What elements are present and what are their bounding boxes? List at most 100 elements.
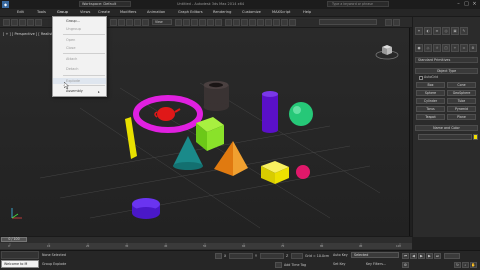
current-frame-field[interactable]	[444, 253, 460, 259]
menu-group[interactable]: Group	[57, 10, 68, 14]
listener-input[interactable]: Welcome to M	[1, 260, 39, 268]
select-icon[interactable]	[110, 19, 117, 26]
pan-icon[interactable]: ✋	[470, 262, 477, 268]
name-and-color-rollout[interactable]: Name and Color	[415, 125, 478, 131]
link-icon[interactable]	[19, 19, 26, 26]
lights-icon[interactable]: ☼	[433, 44, 441, 52]
play-icon[interactable]: ▶	[418, 253, 425, 259]
create-tab-icon[interactable]: ✦	[415, 27, 423, 35]
sphere-green-object[interactable]	[289, 102, 313, 126]
named-selection-input[interactable]	[319, 19, 377, 25]
object-name-input[interactable]	[418, 134, 472, 140]
angle-snap-icon[interactable]	[199, 19, 206, 26]
menu-customize[interactable]: Customize	[242, 10, 261, 14]
menu-tools[interactable]: Tools	[37, 10, 46, 14]
time-tag-icon[interactable]	[275, 262, 282, 268]
cylinder-blue-object[interactable]	[262, 91, 278, 133]
box-yellow-object[interactable]	[261, 161, 289, 184]
cameras-icon[interactable]: ◫	[442, 44, 450, 52]
systems-icon[interactable]: ⚙	[469, 44, 477, 52]
minimize-icon[interactable]: –	[455, 1, 462, 7]
autogrid-checkbox[interactable]	[419, 76, 423, 80]
menu-modifiers[interactable]: Modifiers	[120, 10, 136, 14]
time-config-icon[interactable]: ⚙	[402, 262, 409, 268]
z-coordinate-field[interactable]	[291, 253, 303, 259]
time-slider[interactable]: 0 / 100	[1, 237, 27, 242]
menu-edit[interactable]: Edit	[17, 10, 24, 14]
render-frame-icon[interactable]	[281, 19, 288, 26]
helpers-icon[interactable]: +	[451, 44, 459, 52]
y-coordinate-field[interactable]	[260, 253, 284, 259]
group-menu-item-ungroup[interactable]: Ungroup	[53, 26, 106, 32]
key-filters-button[interactable]: Key Filters...	[366, 262, 386, 266]
percent-snap-icon[interactable]	[207, 19, 214, 26]
sphere-small-object[interactable]	[296, 165, 310, 179]
spacewarps-icon[interactable]: ≈	[460, 44, 468, 52]
ribbon-icon[interactable]	[393, 19, 400, 26]
menu-rendering[interactable]: Rendering	[213, 10, 231, 14]
group-menu-item-attach[interactable]: Attach	[53, 56, 106, 62]
render-setup-icon[interactable]	[273, 19, 280, 26]
move-icon[interactable]	[118, 19, 125, 26]
previous-frame-icon[interactable]: ◀	[410, 253, 417, 259]
group-menu-item-group[interactable]: Group...	[53, 18, 106, 24]
manipulate-icon[interactable]	[183, 19, 190, 26]
curve-editor-icon[interactable]	[249, 19, 256, 26]
utilities-tab-icon[interactable]: ✎	[460, 27, 468, 35]
menu-help[interactable]: Help	[303, 10, 311, 14]
menu-animation[interactable]: Animation	[147, 10, 165, 14]
create-cone-button[interactable]: Cone	[447, 82, 476, 88]
group-menu-item-detach[interactable]: Detach	[53, 66, 106, 72]
create-pyramid-button[interactable]: Pyramid	[447, 106, 476, 112]
create-tube-button[interactable]: Tube	[447, 98, 476, 104]
cylinder-purple-object[interactable]	[132, 198, 160, 219]
undo-icon[interactable]	[3, 19, 10, 26]
maximize-icon[interactable]: □	[463, 1, 470, 7]
object-category-dropdown[interactable]: Standard Primitives	[415, 57, 478, 63]
rotate-icon[interactable]	[126, 19, 133, 26]
create-cylinder-button[interactable]: Cylinder	[416, 98, 445, 104]
viewcube-icon[interactable]	[375, 40, 399, 60]
create-box-button[interactable]: Box	[416, 82, 445, 88]
set-key-button[interactable]: Set Key	[333, 262, 345, 266]
modify-tab-icon[interactable]: ◐	[424, 27, 432, 35]
group-menu-item-close[interactable]: Close	[53, 45, 106, 51]
bind-spacewarp-icon[interactable]	[35, 19, 42, 26]
add-time-tag-button[interactable]: Add Time Tag	[284, 263, 306, 267]
hierarchy-tab-icon[interactable]: ≡	[433, 27, 441, 35]
close-icon[interactable]: ×	[471, 1, 478, 7]
create-geosphere-button[interactable]: GeoSphere	[447, 90, 476, 96]
key-mode-dropdown[interactable]: Selected	[351, 252, 399, 258]
geometry-icon[interactable]: ●	[415, 44, 423, 52]
app-logo-icon[interactable]: ◆	[2, 1, 9, 8]
tube-object[interactable]	[203, 81, 230, 111]
pivot-icon[interactable]	[175, 19, 182, 26]
lock-selection-icon[interactable]	[215, 253, 222, 259]
teapot-object[interactable]	[154, 107, 181, 121]
go-to-end-icon[interactable]: ⏭	[434, 253, 441, 259]
menu-views[interactable]: Views	[80, 10, 90, 14]
workspace-dropdown[interactable]: Workspace: Default	[79, 1, 131, 7]
group-menu-item-explode[interactable]: Explode	[53, 78, 106, 84]
layer-icon[interactable]	[241, 19, 248, 26]
create-torus-button[interactable]: Torus	[416, 106, 445, 112]
snap-icon[interactable]	[191, 19, 198, 26]
menu-create[interactable]: Create	[98, 10, 110, 14]
group-menu-item-open[interactable]: Open	[53, 37, 106, 43]
redo-icon[interactable]	[11, 19, 18, 26]
menu-maxscript[interactable]: MAXScript	[272, 10, 290, 14]
mirror-icon[interactable]	[225, 19, 232, 26]
zoom-icon[interactable]: ⌕	[462, 262, 469, 268]
orbit-icon[interactable]: ↻	[454, 262, 461, 268]
unlink-icon[interactable]	[27, 19, 34, 26]
search-input[interactable]: Type a keyword or phrase	[327, 1, 389, 7]
menu-graph-editors[interactable]: Graph Editors	[178, 10, 203, 14]
motion-tab-icon[interactable]: ◎	[442, 27, 450, 35]
schematic-icon[interactable]	[257, 19, 264, 26]
create-sphere-button[interactable]: Sphere	[416, 90, 445, 96]
scale-icon[interactable]	[134, 19, 141, 26]
go-to-start-icon[interactable]: ⏮	[402, 253, 409, 259]
spinner-snap-icon[interactable]	[215, 19, 222, 26]
pyramid-object[interactable]	[214, 141, 248, 176]
object-type-rollout[interactable]: Object Type	[415, 68, 478, 74]
